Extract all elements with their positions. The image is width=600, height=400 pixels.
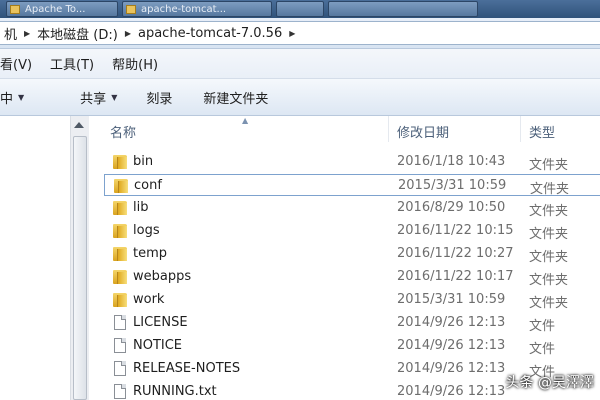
taskbar-button-4[interactable] [328, 1, 478, 17]
chevron-right-icon[interactable]: ▶ [286, 29, 298, 38]
taskbar-button-apache[interactable]: Apache To... [6, 1, 118, 17]
cmd-new-folder[interactable]: 新建文件夹 [183, 88, 279, 107]
folder-icon [113, 224, 127, 238]
file-type: 文件 [529, 319, 556, 334]
menu-help[interactable]: 帮助(H) [103, 54, 167, 73]
breadcrumb-tomcat[interactable]: apache-tomcat-7.0.56 [134, 26, 286, 41]
menu-tools[interactable]: 工具(T) [41, 54, 103, 73]
file-row-folder[interactable]: temp 2016/11/22 10:27 文件夹 [104, 243, 600, 265]
file-row-file[interactable]: NOTICE 2014/9/26 12:13 文件 [104, 335, 600, 357]
file-date: 2014/9/26 12:13 [397, 315, 506, 330]
file-name: logs [133, 223, 160, 238]
file-date: 2014/9/26 12:13 [397, 361, 506, 376]
chevron-right-icon[interactable]: ▶ [122, 29, 134, 38]
file-name: lib [133, 200, 149, 215]
file-row-folder[interactable]: conf 2015/3/31 10:59 文件夹 [104, 174, 600, 197]
file-date: 2014/9/26 12:13 [397, 384, 506, 399]
cmd-share[interactable]: 共享 ▼ [40, 88, 128, 107]
file-date: 2016/11/22 10:27 [397, 246, 514, 261]
menu-bar: 看(V) 工具(T) 帮助(H) [0, 49, 600, 79]
column-divider[interactable] [388, 116, 389, 142]
scroll-up-icon[interactable] [74, 122, 84, 128]
file-type: 文件夹 [529, 250, 569, 265]
file-icon [114, 338, 126, 353]
taskbar-button-label: apache-tomcat... [141, 4, 227, 15]
file-date: 2015/3/31 10:59 [398, 178, 507, 193]
file-name: RELEASE-NOTES [133, 361, 241, 376]
folder-icon [126, 5, 136, 14]
column-header-type[interactable]: 类型 [529, 122, 555, 141]
file-list: ▲ 名称 修改日期 类型 bin 2016/1/18 10:43 文件夹 conf 20… [89, 116, 600, 400]
file-type: 文件 [529, 342, 556, 357]
file-type: 文件夹 [529, 227, 569, 242]
file-row-folder[interactable]: webapps 2016/11/22 10:17 文件夹 [104, 266, 600, 288]
folder-icon [113, 155, 127, 169]
taskbar-button-explorer[interactable]: apache-tomcat... [122, 1, 272, 17]
file-name: NOTICE [133, 338, 183, 353]
file-row-file[interactable]: LICENSE 2014/9/26 12:13 文件 [104, 312, 600, 334]
file-date: 2016/8/29 10:50 [397, 200, 506, 215]
command-bar: 中 ▼ 共享 ▼ 刻录 新建文件夹 [0, 79, 600, 116]
folder-icon [114, 179, 128, 193]
file-icon [114, 315, 126, 330]
folder-icon [113, 247, 127, 261]
file-type: 文件夹 [529, 273, 569, 288]
column-header-date[interactable]: 修改日期 [397, 122, 449, 141]
file-date: 2016/1/18 10:43 [397, 154, 506, 169]
file-row-folder[interactable]: work 2015/3/31 10:59 文件夹 [104, 289, 600, 311]
column-headers: ▲ 名称 修改日期 类型 [89, 116, 600, 142]
column-divider[interactable] [520, 116, 521, 142]
file-name: RUNNING.txt [133, 384, 217, 399]
breadcrumb-local-disk[interactable]: 本地磁盘 (D:) [33, 24, 122, 43]
folder-icon [113, 201, 127, 215]
sort-ascending-icon: ▲ [242, 116, 249, 125]
cmd-label: 共享 [80, 91, 107, 107]
taskbar: Apache To... apache-tomcat... [0, 0, 600, 18]
breadcrumb-computer[interactable]: 机 [0, 24, 21, 43]
file-type: 文件夹 [529, 158, 569, 173]
address-field[interactable]: 机 ▶ 本地磁盘 (D:) ▶ apache-tomcat-7.0.56 ▶ [0, 21, 600, 45]
file-type: 文件夹 [530, 182, 570, 197]
file-date: 2014/9/26 12:13 [397, 338, 506, 353]
nav-scrollbar[interactable] [70, 116, 89, 400]
file-icon [114, 384, 126, 399]
file-name: webapps [133, 269, 192, 284]
file-name: bin [133, 154, 154, 169]
file-name: conf [134, 178, 162, 193]
file-name: work [133, 292, 165, 307]
folder-icon [113, 270, 127, 284]
file-row-folder[interactable]: lib 2016/8/29 10:50 文件夹 [104, 197, 600, 219]
file-icon [114, 361, 126, 376]
cmd-burn[interactable]: 刻录 [128, 88, 183, 107]
file-type: 文件夹 [529, 296, 569, 311]
scroll-thumb[interactable] [73, 136, 87, 400]
chevron-down-icon: ▼ [111, 92, 118, 102]
folder-icon [113, 293, 127, 307]
file-date: 2016/11/22 10:17 [397, 269, 514, 284]
file-name: temp [133, 246, 168, 261]
file-row-folder[interactable]: bin 2016/1/18 10:43 文件夹 [104, 151, 600, 173]
file-row-folder[interactable]: logs 2016/11/22 10:15 文件夹 [104, 220, 600, 242]
chevron-right-icon[interactable]: ▶ [21, 29, 33, 38]
taskbar-button-label: Apache To... [25, 4, 86, 15]
cmd-include-library[interactable]: 中 ▼ [0, 88, 40, 107]
file-date: 2015/3/31 10:59 [397, 292, 506, 307]
file-name: LICENSE [133, 315, 188, 330]
watermark: 头条 @吴澤澤 [505, 375, 594, 391]
folder-icon [10, 5, 20, 14]
menu-view[interactable]: 看(V) [0, 54, 41, 73]
address-bar: 机 ▶ 本地磁盘 (D:) ▶ apache-tomcat-7.0.56 ▶ [0, 18, 600, 49]
file-type: 文件夹 [529, 204, 569, 219]
file-date: 2016/11/22 10:15 [397, 223, 514, 238]
cmd-label: 中 [0, 91, 14, 107]
navigation-pane[interactable] [0, 116, 71, 400]
column-header-name[interactable]: 名称 [110, 122, 136, 141]
chevron-down-icon: ▼ [18, 92, 25, 102]
taskbar-button-3[interactable] [276, 1, 324, 17]
